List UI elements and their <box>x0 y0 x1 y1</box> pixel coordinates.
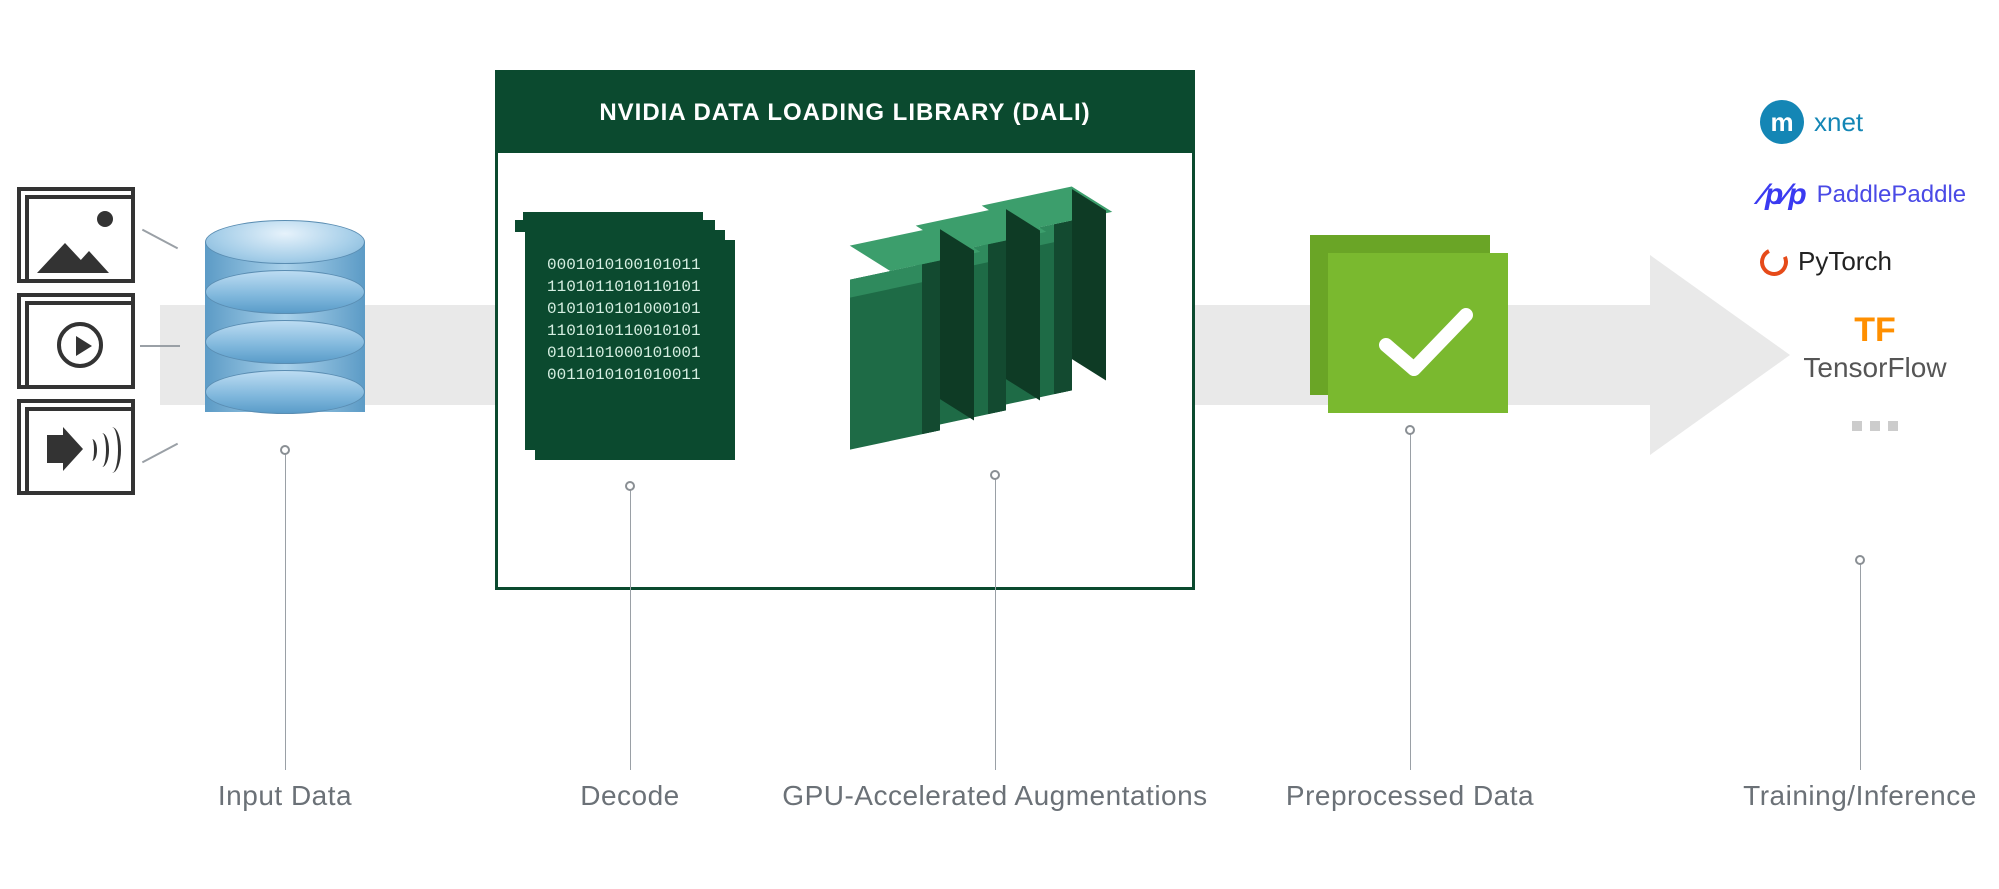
callout-dot <box>990 470 1000 480</box>
framework-pytorch: PyTorch <box>1760 246 1990 277</box>
callout-line <box>1410 430 1411 770</box>
decode-card: 0001010100101011 1101011010110101 010101… <box>535 240 750 475</box>
mxnet-badge-icon: m <box>1760 100 1804 144</box>
callout-dot <box>625 481 635 491</box>
checkmark-icon <box>1376 303 1476 383</box>
image-icon <box>25 195 135 283</box>
preprocessed-check-icon <box>1310 235 1510 415</box>
pytorch-flame-icon <box>1756 244 1792 280</box>
pytorch-label: PyTorch <box>1798 246 1892 277</box>
tensorflow-label: TensorFlow <box>1803 352 1946 384</box>
tensorflow-logo-icon: TF <box>1854 311 1896 350</box>
label-decode: Decode <box>580 780 680 812</box>
video-icon <box>25 301 135 389</box>
diagram-stage: NVIDIA DATA LOADING LIBRARY (DALI) 00010… <box>0 0 1999 889</box>
label-preprocessed: Preprocessed Data <box>1286 780 1534 812</box>
frameworks-list: m xnet ⁄p⁄p PaddlePaddle PyTorch TF Tens… <box>1760 100 1990 436</box>
paddle-logo-icon: ⁄p⁄p <box>1760 178 1807 212</box>
connector-line <box>140 345 180 347</box>
connector-line <box>142 229 178 250</box>
callout-line <box>995 475 996 770</box>
label-gpu-aug: GPU-Accelerated Augmentations <box>782 780 1207 812</box>
framework-paddle: ⁄p⁄p PaddlePaddle <box>1760 178 1990 212</box>
database-icon <box>205 220 365 430</box>
mxnet-label: xnet <box>1814 107 1863 138</box>
label-training: Training/Inference <box>1743 780 1977 812</box>
connector-line <box>142 443 178 464</box>
callout-line <box>285 450 286 770</box>
callout-line <box>630 486 631 770</box>
framework-tensorflow: TF TensorFlow <box>1760 311 1990 384</box>
label-input-data: Input Data <box>218 780 352 812</box>
input-media-stack <box>25 195 135 513</box>
callout-dot <box>1405 425 1415 435</box>
ellipsis-icon <box>1760 418 1990 436</box>
decode-bits: 0001010100101011 1101011010110101 010101… <box>535 240 735 460</box>
dali-title: NVIDIA DATA LOADING LIBRARY (DALI) <box>498 73 1192 153</box>
audio-icon <box>25 407 135 495</box>
callout-dot <box>1855 555 1865 565</box>
gpu-cubes-icon <box>850 210 1170 470</box>
framework-mxnet: m xnet <box>1760 100 1990 144</box>
callout-dot <box>280 445 290 455</box>
callout-line <box>1860 560 1861 770</box>
paddle-label: PaddlePaddle <box>1817 181 1966 209</box>
